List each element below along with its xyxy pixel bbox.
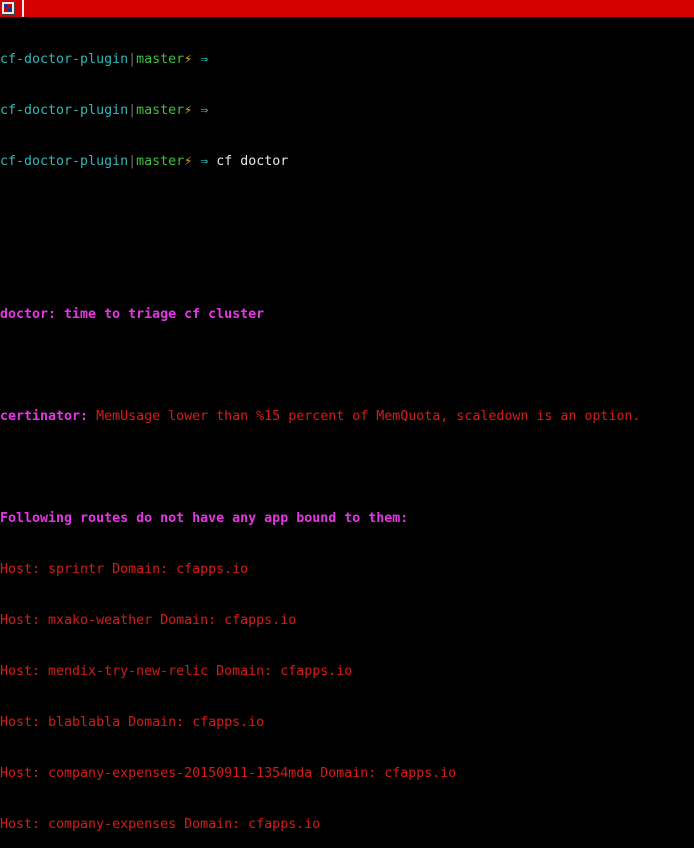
route-entry: Host: blablabla Domain: cfapps.io <box>0 715 265 730</box>
route-entry: Host: mendix-try-new-relic Domain: cfapp… <box>0 664 353 679</box>
lightning-icon: ⚡ <box>184 52 193 67</box>
prompt-repo: cf-doctor-plugin <box>0 154 129 169</box>
prompt-branch: master <box>136 103 185 118</box>
command-text: cf doctor <box>216 154 289 169</box>
prompt-arrow-icon: ⇒ <box>200 52 209 67</box>
certinator-label: certinator: <box>0 409 89 424</box>
certinator-message: MemUsage lower than %15 percent of MemQu… <box>88 409 641 424</box>
route-entry: Host: sprintr Domain: cfapps.io <box>0 562 249 577</box>
prompt-repo: cf-doctor-plugin <box>0 103 129 118</box>
prompt-line: cf-doctor-plugin|master⚡ ⇒ <box>0 102 694 119</box>
route-entry: Host: company-expenses-20150911-1354mda … <box>0 766 457 781</box>
prompt-separator: | <box>128 154 137 169</box>
title-bar <box>0 0 694 17</box>
routes-heading: Following routes do not have any app bou… <box>0 511 409 526</box>
lightning-icon: ⚡ <box>184 154 193 169</box>
terminal-app-icon[interactable] <box>1 1 15 15</box>
prompt-line: cf-doctor-plugin|master⚡ ⇒ <box>0 51 694 68</box>
certinator-line: certinator: MemUsage lower than %15 perc… <box>0 408 694 425</box>
route-entry: Host: company-expenses Domain: cfapps.io <box>0 817 321 832</box>
prompt-separator: | <box>128 52 137 67</box>
prompt-separator: | <box>128 103 137 118</box>
prompt-repo: cf-doctor-plugin <box>0 52 129 67</box>
prompt-line: cf-doctor-plugin|master⚡ ⇒ cf doctor <box>0 153 694 170</box>
prompt-arrow-icon: ⇒ <box>200 103 209 118</box>
prompt-branch: master <box>136 154 185 169</box>
title-bar-divider <box>22 0 24 17</box>
prompt-branch: master <box>136 52 185 67</box>
doctor-heading: doctor: time to triage cf cluster <box>0 307 265 322</box>
prompt-arrow-icon: ⇒ <box>200 154 209 169</box>
terminal-output[interactable]: cf-doctor-plugin|master⚡ ⇒ cf-doctor-plu… <box>0 17 694 832</box>
lightning-icon: ⚡ <box>184 103 193 118</box>
route-entry: Host: mxako-weather Domain: cfapps.io <box>0 613 297 628</box>
